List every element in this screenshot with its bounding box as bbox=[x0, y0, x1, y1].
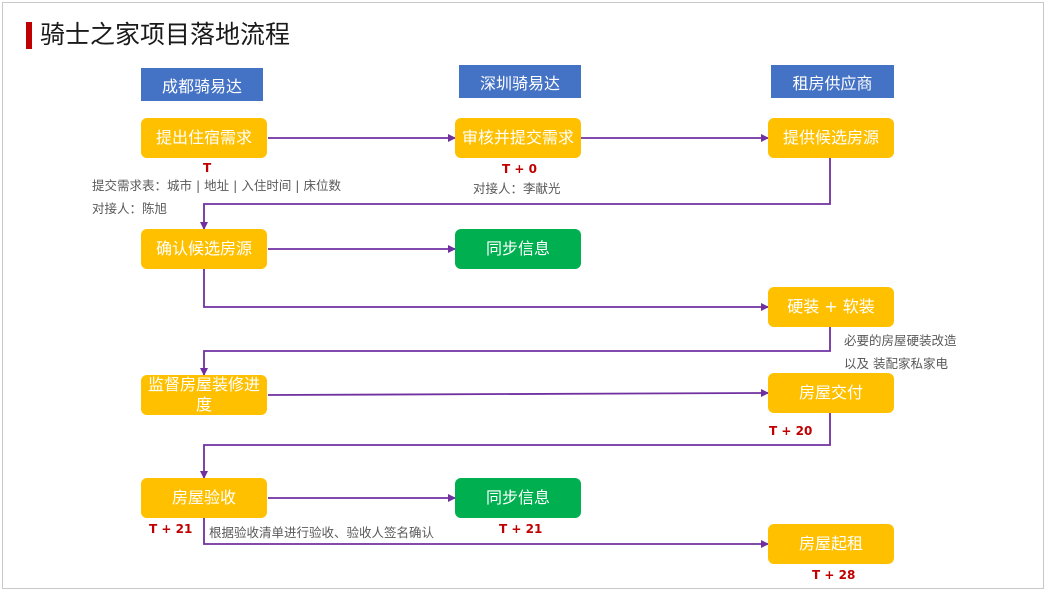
note-renovation-line1: 必要的房屋硬装改造 bbox=[844, 333, 957, 348]
step-renovation: 硬装 + 软装 bbox=[768, 287, 894, 327]
step-confirm-listings: 确认候选房源 bbox=[141, 229, 267, 269]
arrow-renovation-to-supervise bbox=[200, 327, 831, 376]
note-acceptance: 根据验收清单进行验收、验收人签名确认 bbox=[209, 525, 435, 540]
note-chengdu-contact: 对接人：陈旭 bbox=[92, 201, 168, 216]
timing-sync-info-2: T + 21 bbox=[499, 522, 543, 536]
step-sync-info-1: 同步信息 bbox=[455, 229, 581, 269]
timing-acceptance: T + 21 bbox=[149, 522, 193, 536]
note-request-form: 提交需求表：城市 | 地址 | 入住时间 | 床位数 bbox=[92, 178, 341, 193]
timing-review-submit: T + 0 bbox=[502, 162, 537, 176]
arrow-supervise-to-handover bbox=[267, 389, 769, 398]
timing-handover: T + 20 bbox=[769, 424, 813, 438]
column-heading-shenzhen: 深圳骑易达 bbox=[459, 65, 581, 98]
note-renovation-line2: 以及 装配家私家电 bbox=[844, 356, 948, 371]
step-acceptance: 房屋验收 bbox=[141, 478, 267, 518]
timing-rent-start: T + 28 bbox=[812, 568, 856, 582]
step-rent-start: 房屋起租 bbox=[768, 524, 894, 564]
arrow-handover-to-acceptance bbox=[200, 413, 831, 479]
arrow-confirm-to-renovation bbox=[203, 269, 769, 311]
step-submit-request: 提出住宿需求 bbox=[141, 118, 267, 158]
step-review-submit: 审核并提交需求 bbox=[455, 118, 581, 158]
note-shenzhen-contact: 对接人：李献光 bbox=[473, 181, 561, 196]
column-heading-supplier: 租房供应商 bbox=[771, 65, 894, 98]
step-sync-info-2: 同步信息 bbox=[455, 478, 581, 518]
step-provide-listings: 提供候选房源 bbox=[768, 118, 894, 158]
column-heading-chengdu: 成都骑易达 bbox=[141, 68, 263, 101]
step-supervise-progress: 监督房屋装修进度 bbox=[141, 375, 267, 415]
timing-submit-request: T bbox=[203, 161, 212, 175]
step-handover: 房屋交付 bbox=[768, 373, 894, 413]
